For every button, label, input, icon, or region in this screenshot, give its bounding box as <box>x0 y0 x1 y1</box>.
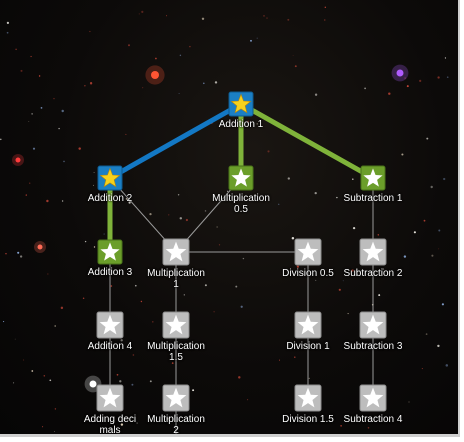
skill-node-multiplication-1[interactable] <box>162 238 190 266</box>
skill-graph <box>96 91 387 434</box>
node-label-addition-2: Addition 2 <box>87 193 133 204</box>
node-label-subtraction-1: Subtraction 1 <box>343 193 403 204</box>
node-label-subtraction-2: Subtraction 2 <box>343 268 403 279</box>
skill-node-division-0-5[interactable] <box>294 238 322 266</box>
skill-node-division-1-5[interactable] <box>294 384 322 412</box>
skill-node-subtraction-2[interactable] <box>359 238 387 266</box>
node-label-subtraction-3: Subtraction 3 <box>343 341 403 352</box>
edge-addition-1-to-addition-2 <box>107 101 244 181</box>
node-label-multiplication-1-5: Multiplication 1.5 <box>147 341 205 363</box>
node-label-addition-1: Addition 1 <box>218 119 264 130</box>
skill-node-multiplication-2[interactable] <box>162 384 190 412</box>
skill-node-subtraction-3[interactable] <box>359 311 387 339</box>
node-label-adding-decimals: Adding decimals <box>83 414 137 436</box>
skill-node-addition-2[interactable] <box>97 165 123 191</box>
knowledge-map[interactable]: Addition 1 Addition 2 Multiplication 0.5 Su… <box>0 0 460 437</box>
skill-node-multiplication-0-5[interactable] <box>228 165 254 191</box>
node-label-multiplication-0-5: Multiplication 0.5 <box>212 193 270 215</box>
edge-addition-1-to-subtraction-1 <box>238 101 376 181</box>
skill-node-adding-decimals[interactable] <box>96 384 124 412</box>
node-label-multiplication-2: Multiplication 2 <box>147 414 205 436</box>
skill-node-addition-3[interactable] <box>97 239 123 265</box>
skill-node-subtraction-4[interactable] <box>359 384 387 412</box>
skill-node-division-1[interactable] <box>294 311 322 339</box>
skill-node-multiplication-1-5[interactable] <box>162 311 190 339</box>
node-label-multiplication-1: Multiplication 1 <box>147 268 205 290</box>
skill-node-addition-4[interactable] <box>96 311 124 339</box>
node-label-subtraction-4: Subtraction 4 <box>343 414 403 425</box>
skill-node-subtraction-1[interactable] <box>360 165 386 191</box>
skill-node-addition-1[interactable] <box>228 91 254 117</box>
